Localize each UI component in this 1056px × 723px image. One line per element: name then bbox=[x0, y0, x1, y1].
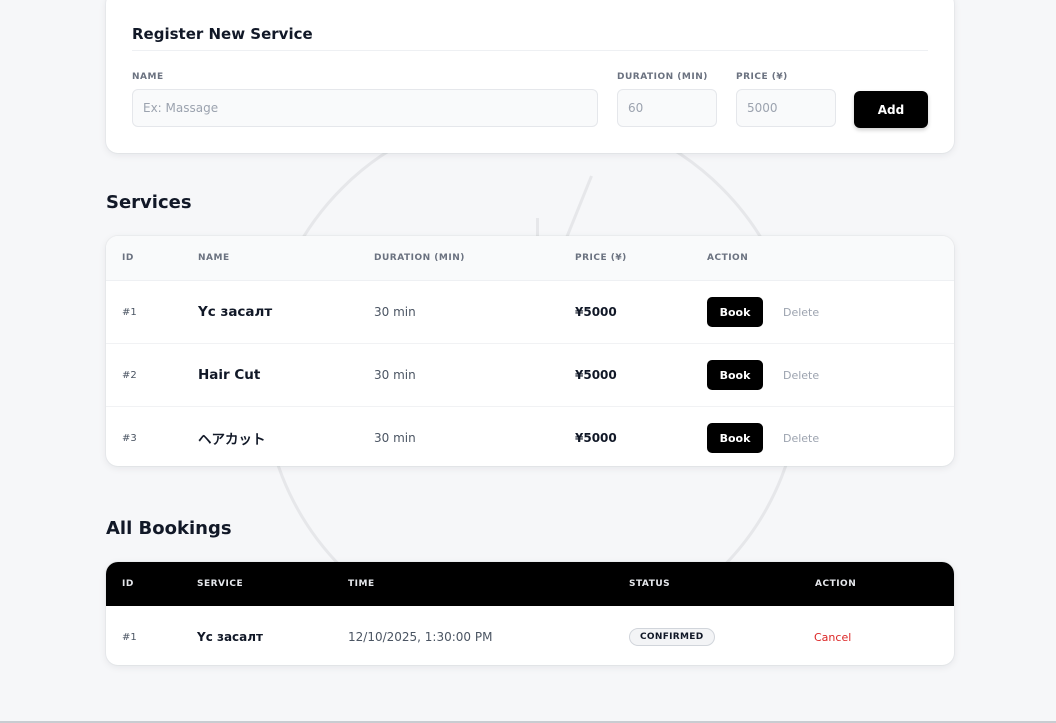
price-label: PRICE (¥) bbox=[736, 72, 788, 82]
bookings-header-time: TIME bbox=[348, 562, 629, 606]
service-actions: Book Delete bbox=[707, 343, 954, 407]
table-row: #3 ヘアカット 30 min ¥5000 Book Delete bbox=[106, 407, 954, 467]
bookings-header-status: STATUS bbox=[629, 562, 801, 606]
table-row: #2 Hair Cut 30 min ¥5000 Book Delete bbox=[106, 343, 954, 407]
service-name: Үс засалт bbox=[198, 280, 374, 344]
service-actions: Book Delete bbox=[707, 280, 954, 344]
bookings-header-id: ID bbox=[106, 562, 197, 606]
service-price: ¥5000 bbox=[575, 343, 707, 407]
service-actions: Book Delete bbox=[707, 407, 954, 467]
delete-button[interactable]: Delete bbox=[783, 432, 819, 445]
booking-time: 12/10/2025, 1:30:00 PM bbox=[348, 630, 493, 644]
register-service-card: Register New Service NAME DURATION (MIN)… bbox=[106, 0, 954, 153]
services-header-duration: DURATION (MIN) bbox=[374, 236, 575, 281]
services-header-id: ID bbox=[106, 236, 198, 281]
service-price: ¥5000 bbox=[575, 280, 707, 344]
duration-label: DURATION (MIN) bbox=[617, 72, 708, 82]
table-row: #1 Үс засалт 12/10/2025, 1:30:00 PM CONF… bbox=[106, 606, 954, 665]
table-row: #1 Үс засалт 30 min ¥5000 Book Delete bbox=[106, 280, 954, 344]
register-title: Register New Service bbox=[132, 25, 313, 43]
service-price: ¥5000 bbox=[575, 431, 617, 445]
booking-service: Үс засалт bbox=[197, 630, 264, 644]
service-id: #1 bbox=[106, 280, 198, 344]
delete-button[interactable]: Delete bbox=[783, 369, 819, 382]
book-button[interactable]: Book bbox=[707, 360, 763, 390]
services-header-action: ACTION bbox=[707, 236, 954, 281]
service-duration: 30 min bbox=[374, 280, 575, 344]
services-header-name: NAME bbox=[198, 236, 374, 281]
service-duration: 30 min bbox=[374, 343, 575, 407]
bookings-table: ID SERVICE TIME STATUS ACTION #1 Үс заса… bbox=[106, 562, 954, 665]
app-page: Register New Service NAME DURATION (MIN)… bbox=[0, 0, 1056, 723]
service-name: ヘアカット bbox=[198, 432, 266, 448]
services-header-price: PRICE (¥) bbox=[575, 236, 707, 281]
delete-button[interactable]: Delete bbox=[783, 306, 819, 319]
service-duration: 30 min bbox=[374, 431, 416, 445]
service-name: Hair Cut bbox=[198, 343, 374, 407]
book-button[interactable]: Book bbox=[707, 423, 763, 453]
bookings-header-service: SERVICE bbox=[197, 562, 348, 606]
status-badge: CONFIRMED bbox=[629, 628, 715, 646]
bookings-header-action: ACTION bbox=[801, 562, 954, 606]
service-name-input[interactable] bbox=[132, 89, 598, 127]
services-table-card: ID NAME DURATION (MIN) PRICE (¥) ACTION … bbox=[106, 236, 954, 466]
booking-actions: Cancel bbox=[801, 606, 954, 665]
booking-status-cell: CONFIRMED bbox=[629, 606, 801, 665]
register-divider bbox=[132, 50, 928, 51]
bookings-table-card: ID SERVICE TIME STATUS ACTION #1 Үс заса… bbox=[106, 562, 954, 665]
bookings-title: All Bookings bbox=[106, 518, 232, 539]
duration-input[interactable] bbox=[617, 89, 717, 127]
booking-id: #1 bbox=[122, 631, 137, 643]
service-id: #2 bbox=[106, 343, 198, 407]
services-header-row: ID NAME DURATION (MIN) PRICE (¥) ACTION bbox=[106, 236, 954, 281]
add-service-button[interactable]: Add bbox=[854, 91, 928, 128]
services-title: Services bbox=[106, 192, 192, 213]
service-id: #3 bbox=[122, 432, 137, 444]
name-label: NAME bbox=[132, 72, 164, 82]
book-button[interactable]: Book bbox=[707, 297, 763, 327]
bookings-header-row: ID SERVICE TIME STATUS ACTION bbox=[106, 562, 954, 606]
price-input[interactable] bbox=[736, 89, 836, 127]
cancel-booking-button[interactable]: Cancel bbox=[814, 631, 851, 644]
services-table: ID NAME DURATION (MIN) PRICE (¥) ACTION … bbox=[106, 236, 954, 466]
